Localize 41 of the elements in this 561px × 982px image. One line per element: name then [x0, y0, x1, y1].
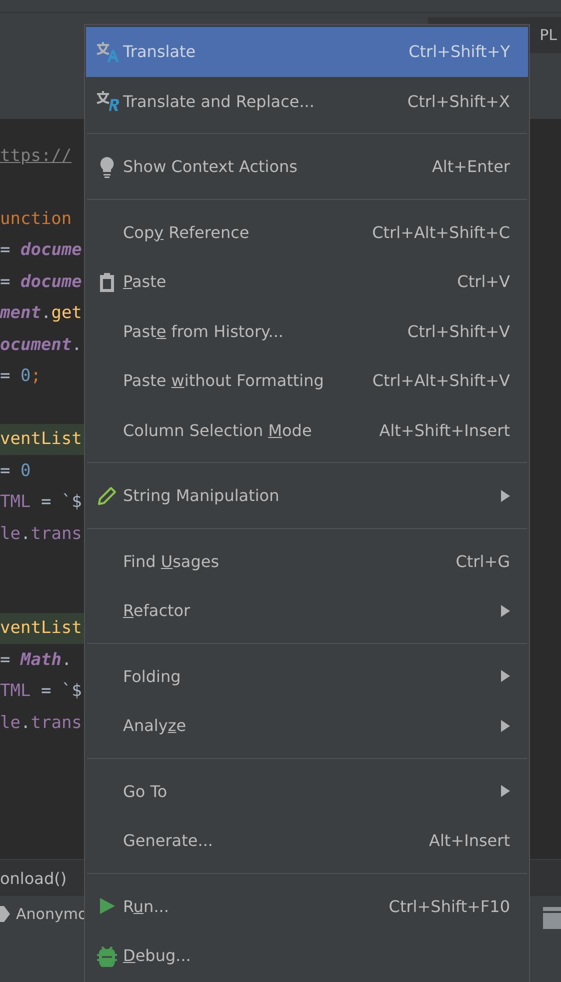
menu-item[interactable]: Folding [86, 652, 528, 701]
menu-item[interactable]: Translate and Replace... Ctrl+Shift+X [86, 76, 528, 126]
menu-item[interactable]: Analyze [86, 701, 528, 750]
menu-item[interactable]: Run... Ctrl+Shift+F10 [86, 882, 528, 931]
menu-item[interactable]: Column Selection Mode Alt+Shift+Insert [86, 406, 528, 455]
translate-icon [95, 40, 119, 63]
code-line: ttps:// [0, 144, 73, 168]
play-icon [99, 897, 115, 916]
lightbulb-icon [99, 156, 115, 178]
breadcrumb[interactable]: onload() [0, 868, 67, 888]
code-line: le.trans [0, 712, 83, 735]
code-line: le.trans [0, 522, 83, 546]
tag-icon [0, 906, 10, 922]
code-line: TML = `$ [0, 491, 83, 514]
menu-item[interactable]: Go To [86, 766, 528, 816]
menu-item[interactable]: Paste Ctrl+V [86, 257, 528, 306]
menu-item[interactable]: Copy Reference Ctrl+Alt+Shift+C [86, 208, 528, 257]
tree-item[interactable]: Anonymo [16, 905, 88, 923]
pencil-icon [97, 486, 117, 506]
code-line: = Math. [0, 648, 73, 672]
code-line: unction [0, 208, 73, 231]
menu-item[interactable]: Show Context Actions Alt+Enter [86, 142, 528, 192]
menu-item[interactable]: Paste from History... Ctrl+Shift+V [86, 306, 528, 356]
bug-icon [97, 944, 117, 967]
code-line: ocument. [0, 334, 83, 357]
code-line: = docume [0, 239, 83, 262]
code-line: = docume [0, 270, 83, 294]
menu-item[interactable]: Translate Ctrl+Shift+Y [86, 27, 528, 76]
window-icon [543, 907, 561, 929]
menu-item[interactable]: Debug... [86, 931, 528, 980]
menu-item[interactable]: Find Usages Ctrl+G [86, 536, 528, 586]
menu-item[interactable]: Generate... Alt+Insert [86, 816, 528, 866]
clipboard-icon [99, 272, 115, 292]
code-line: TML = `$ [0, 680, 83, 704]
code-line: ment.get [0, 302, 83, 326]
menu-item[interactable]: Refactor [86, 586, 528, 636]
code-line: = 0 [0, 460, 32, 483]
menu-item[interactable]: String Manipulation [86, 471, 528, 520]
menu-item[interactable]: Paste without Formatting Ctrl+Alt+Shift+V [86, 356, 528, 406]
translate-icon [95, 90, 119, 112]
code-line: = 0; [0, 365, 42, 388]
